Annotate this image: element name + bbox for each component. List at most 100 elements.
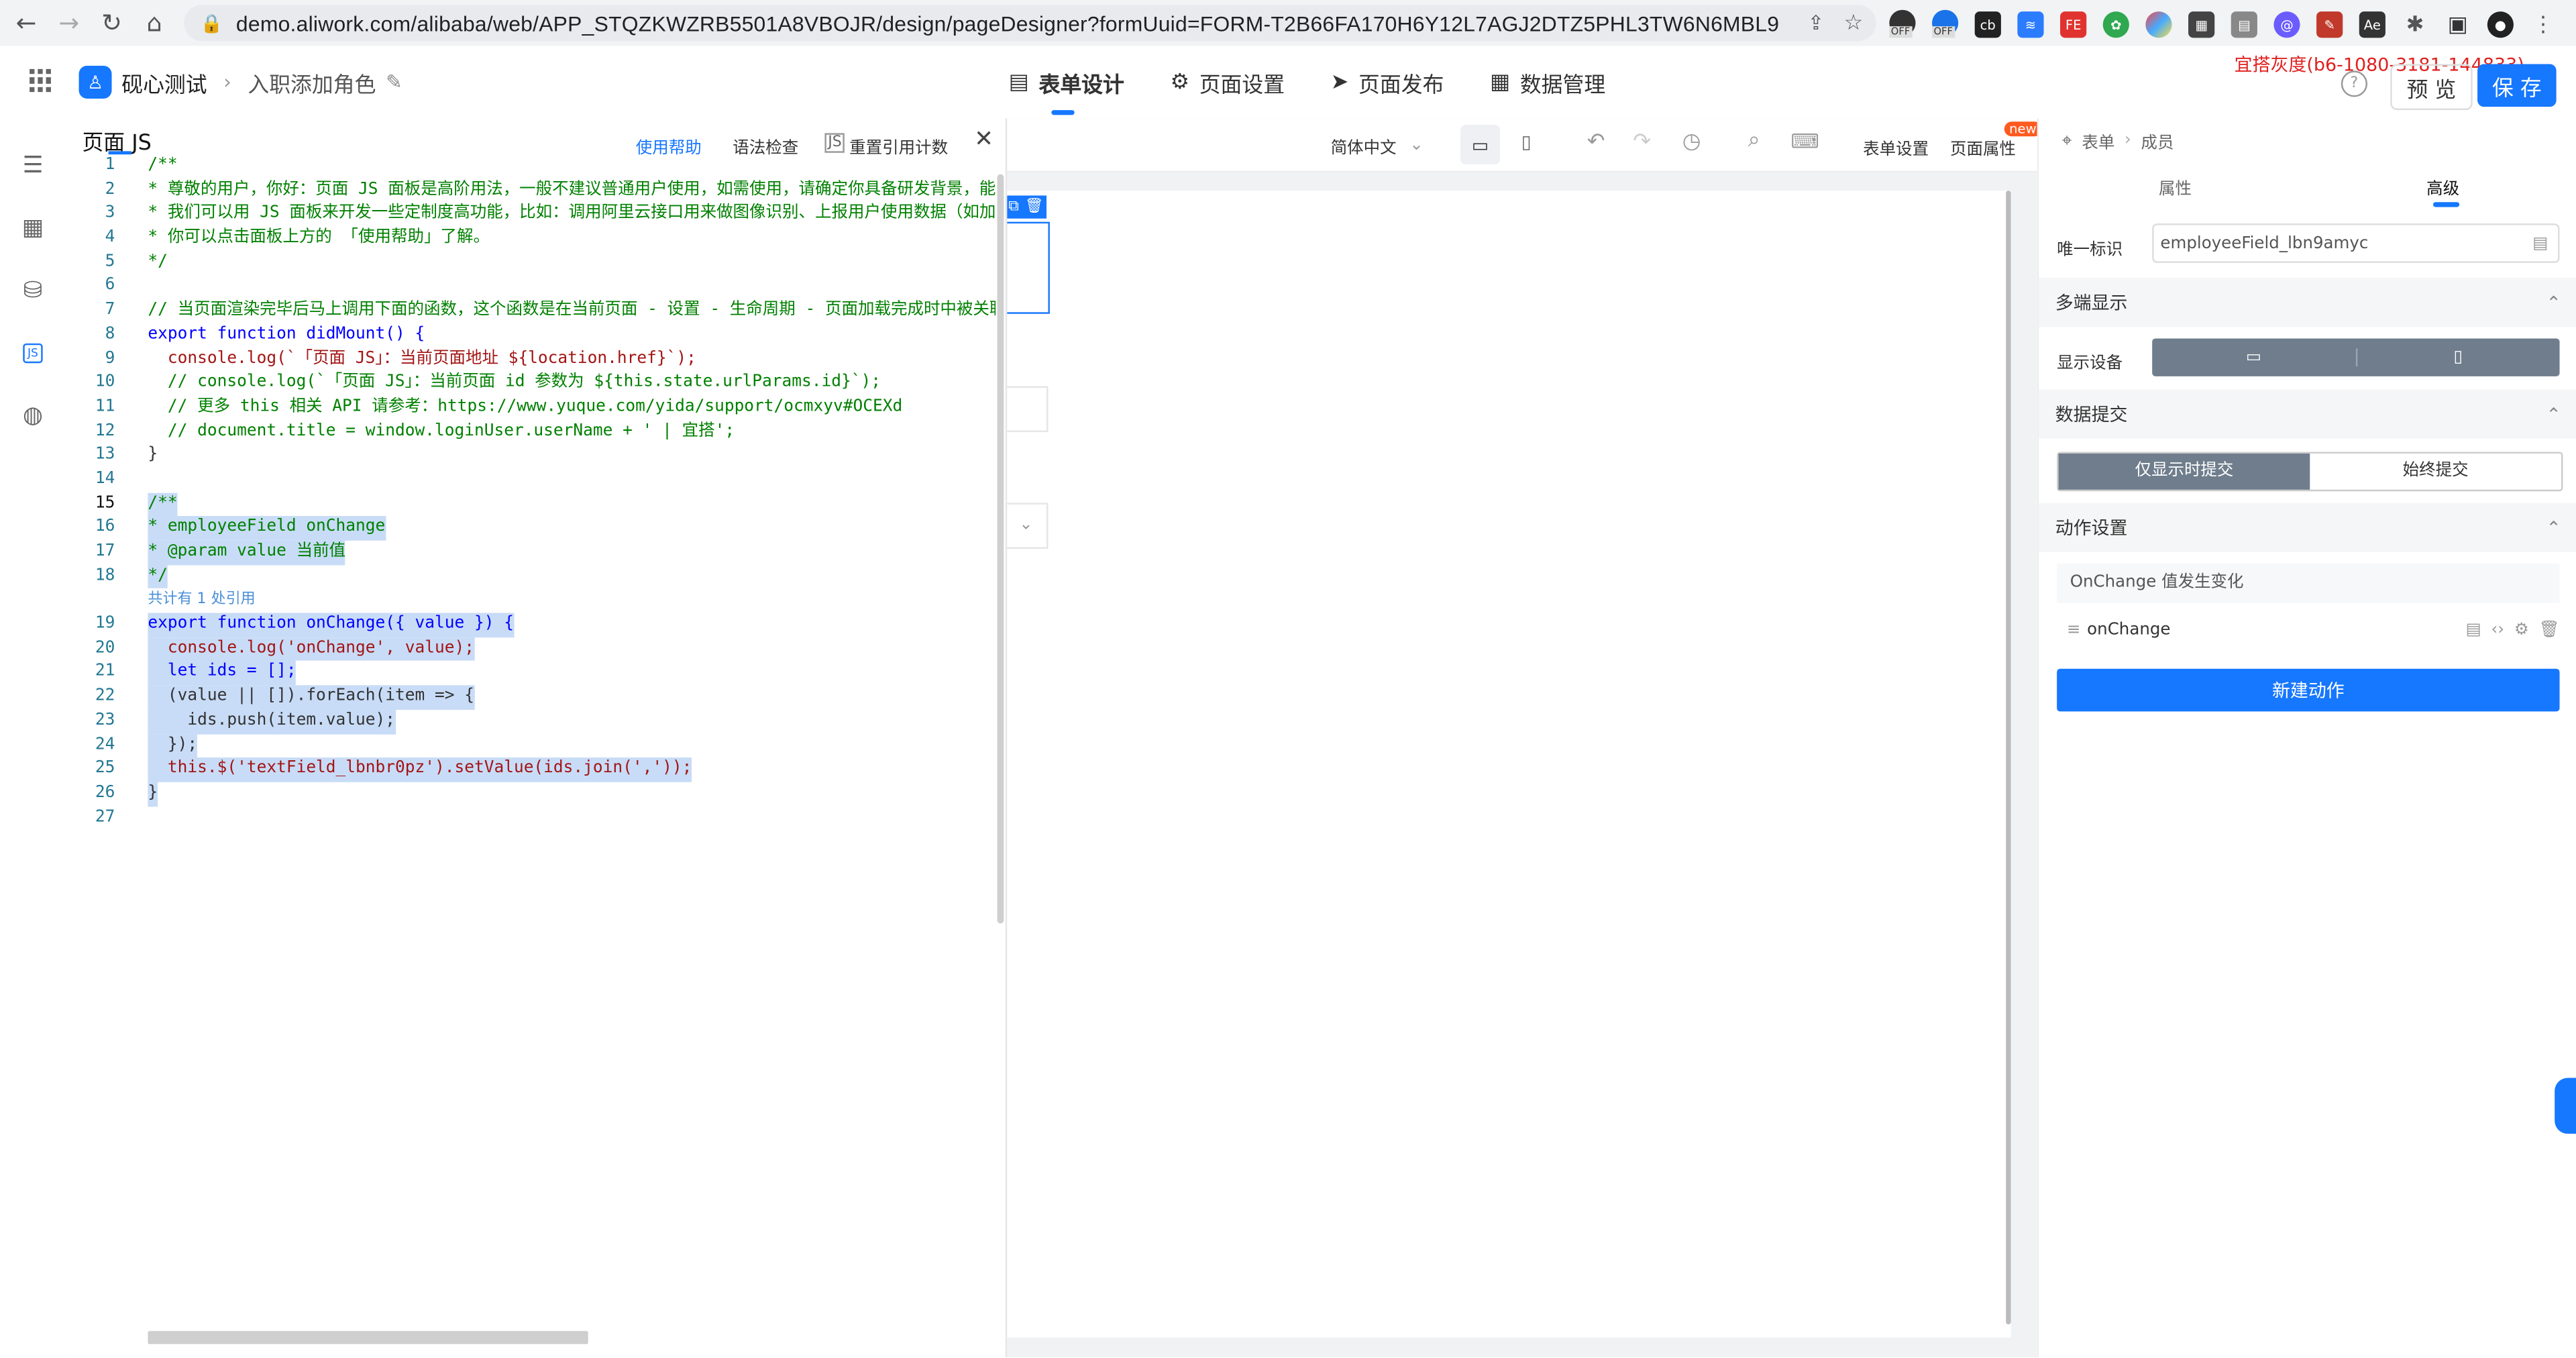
unique-id-input[interactable]: employeeField_lbn9amyc ▤ bbox=[2152, 223, 2560, 263]
code-line[interactable]: 20 console.log('onChange', value); bbox=[66, 637, 996, 662]
code-line[interactable]: 26} bbox=[66, 782, 996, 806]
code-line[interactable]: 2 * 尊敬的用户，你好：页面 JS 面板是高阶用法，一般不建议普通用户使用，如需… bbox=[66, 178, 996, 203]
history-icon[interactable]: ◷ bbox=[1682, 129, 1701, 154]
outline-tree-icon[interactable]: ☰ bbox=[0, 135, 66, 197]
address-bar[interactable]: 🔒 demo.aliwork.com/alibaba/web/APP_STQZK… bbox=[184, 5, 1876, 42]
extension-dark-icon[interactable]: Ae bbox=[2359, 11, 2385, 38]
share-icon[interactable]: ⇪ bbox=[1808, 11, 1825, 34]
preview-button[interactable]: 预 览 bbox=[2390, 64, 2473, 111]
tab-page-publish[interactable]: ➤ 页面发布 bbox=[1331, 46, 1444, 119]
search-icon[interactable]: ⌕ bbox=[1748, 128, 1760, 153]
code-line[interactable]: 16 * employeeField onChange bbox=[66, 516, 996, 541]
form-settings-link[interactable]: 表单设置 bbox=[1863, 135, 1929, 160]
field-action-bar[interactable]: ⧉ 🗑 bbox=[1005, 195, 1047, 219]
undo-icon[interactable]: ↶ bbox=[1587, 129, 1605, 154]
submit-when-shown-option[interactable]: 仅显示时提交 bbox=[2058, 453, 2310, 490]
code-line[interactable]: 5 */ bbox=[66, 251, 996, 275]
code-line[interactable]: 13} bbox=[66, 444, 996, 468]
copy-icon[interactable]: ▤ bbox=[2532, 234, 2548, 252]
selected-field-outline[interactable] bbox=[1005, 221, 1050, 314]
trash-icon[interactable]: 🗑 bbox=[2538, 620, 2559, 638]
extension-off-1-icon[interactable]: OFF bbox=[1889, 9, 1916, 40]
save-button[interactable]: 保 存 bbox=[2477, 64, 2557, 107]
display-device-toggle[interactable]: ▭ ▯ bbox=[2152, 338, 2560, 376]
code-editor[interactable]: 1 /** 2 * 尊敬的用户，你好：页面 JS 面板是高阶用法，一般不建议普通用户使… bbox=[66, 154, 996, 830]
extension-cb-icon[interactable]: cb bbox=[1974, 11, 2001, 38]
reload-icon[interactable]: ↻ bbox=[95, 7, 128, 40]
code-line[interactable]: 24 }); bbox=[66, 733, 996, 758]
code-line[interactable]: 21 let ids = []; bbox=[66, 661, 996, 686]
code-line[interactable]: 1 /** bbox=[66, 154, 996, 178]
canvas-input-stub[interactable] bbox=[1005, 386, 1049, 433]
code-line[interactable]: 10 // console.log(`「页面 JS」：当前页面 id 参数为 $… bbox=[66, 372, 996, 396]
globe-icon[interactable]: ◍ bbox=[0, 384, 66, 447]
code-line[interactable]: 17 * @param value 当前值 bbox=[66, 540, 996, 565]
mobile-view-icon[interactable]: ▯ bbox=[1521, 132, 1532, 153]
code-line[interactable]: 19 export function onChange({ value }) { bbox=[66, 613, 996, 637]
code-horizontal-scrollbar[interactable] bbox=[148, 1330, 588, 1345]
settings-icon[interactable]: ⚙ bbox=[2514, 620, 2529, 638]
extension-fe-icon[interactable]: FE bbox=[2060, 11, 2087, 38]
sidebar-icon[interactable]: ▣ bbox=[2445, 11, 2471, 38]
desktop-device-icon[interactable]: ▭ bbox=[2152, 348, 2357, 367]
code-icon[interactable]: ‹› bbox=[2491, 620, 2504, 638]
extension-color-icon[interactable] bbox=[2145, 11, 2172, 38]
extension-at-icon[interactable]: @ bbox=[2273, 11, 2300, 38]
bookmark-star-icon[interactable]: ☆ bbox=[1844, 11, 1864, 36]
extension-qr-icon[interactable]: ▦ bbox=[2188, 11, 2215, 38]
data-submit-section[interactable]: 数据提交 ⌃ bbox=[2039, 389, 2576, 439]
tab-page-settings[interactable]: ⚙ 页面设置 bbox=[1170, 46, 1285, 119]
page-props-link[interactable]: 页面属性 bbox=[1950, 135, 2016, 160]
redo-icon[interactable]: ↷ bbox=[1633, 129, 1651, 154]
code-line[interactable]: 4 * 你可以点击面板上方的 「使用帮助」了解。 bbox=[66, 227, 996, 251]
tab-data-management[interactable]: ▦ 数据管理 bbox=[1490, 46, 1605, 119]
tab-form-design[interactable]: ▤ 表单设计 bbox=[1009, 46, 1124, 119]
datasource-icon[interactable]: ⛁ bbox=[0, 260, 66, 322]
profile-avatar-icon[interactable]: ● bbox=[2487, 11, 2514, 38]
page-name[interactable]: 入职添加角色 bbox=[248, 66, 376, 98]
code-line[interactable]: 3 * 我们可以用 JS 面板来开发一些定制度高功能，比如：调用阿里云接口用来做图… bbox=[66, 203, 996, 227]
code-line[interactable]: 15 /** bbox=[66, 492, 996, 517]
extension-off-2-icon[interactable]: OFF bbox=[1932, 9, 1959, 40]
keyboard-icon[interactable]: ⌨ bbox=[1790, 129, 1819, 152]
desktop-view-icon[interactable]: ▭ bbox=[1460, 125, 1500, 164]
menu-dots-icon[interactable]: ⋮ bbox=[2530, 11, 2556, 38]
js-icon[interactable]: JS bbox=[0, 322, 66, 384]
mobile-device-icon[interactable]: ▯ bbox=[2357, 348, 2559, 366]
action-settings-section[interactable]: 动作设置 ⌃ bbox=[2039, 503, 2576, 552]
edit-icon[interactable]: ✎ bbox=[386, 70, 402, 93]
code-line[interactable]: 22 (value || []).forEach(item => { bbox=[66, 685, 996, 710]
drag-handle-icon[interactable]: ≡ bbox=[2067, 620, 2081, 638]
components-grid-icon[interactable]: ▦ bbox=[0, 197, 66, 260]
new-action-button[interactable]: 新建动作 bbox=[2057, 668, 2560, 712]
copy-icon[interactable]: ⧉ bbox=[1008, 199, 1019, 215]
submit-mode-toggle[interactable]: 仅显示时提交 始终提交 bbox=[2057, 452, 2563, 492]
close-icon[interactable]: ✕ bbox=[974, 127, 994, 153]
app-logo-icon[interactable]: ♙ bbox=[78, 65, 112, 99]
canvas-scrollbar[interactable] bbox=[2006, 191, 2011, 1324]
language-select[interactable]: 简体中文 bbox=[1331, 132, 1397, 157]
code-line[interactable]: 23 ids.push(item.value); bbox=[66, 709, 996, 734]
extension-grey-icon[interactable]: ▤ bbox=[2231, 11, 2257, 38]
app-grid-icon[interactable] bbox=[30, 68, 52, 93]
tab-properties[interactable]: 属性 bbox=[2159, 174, 2192, 199]
canvas-select-stub[interactable]: ⌄ bbox=[1005, 503, 1049, 549]
code-vertical-scrollbar[interactable] bbox=[997, 174, 1004, 924]
puzzle-icon[interactable]: ✱ bbox=[2402, 11, 2428, 38]
extension-green-icon[interactable]: ✿ bbox=[2102, 11, 2129, 38]
code-line[interactable]: 25 this.$('textField_lbnbr0pz').setValue… bbox=[66, 758, 996, 782]
app-name[interactable]: 砚心测试 bbox=[121, 66, 207, 98]
tab-advanced[interactable]: 高级 bbox=[2426, 174, 2459, 199]
code-line[interactable]: 9 console.log(`「页面 JS」：当前页面地址 ${location… bbox=[66, 348, 996, 372]
breadcrumb-form[interactable]: 表单 bbox=[2082, 128, 2114, 153]
code-line[interactable]: 12 // document.title = window.loginUser.… bbox=[66, 420, 996, 444]
extension-blue-icon[interactable]: ≋ bbox=[2017, 11, 2044, 38]
back-icon[interactable]: ← bbox=[10, 7, 43, 40]
extension-pen-icon[interactable]: ✎ bbox=[2316, 11, 2343, 38]
multi-display-section[interactable]: 多端显示 ⌃ bbox=[2039, 277, 2576, 327]
code-line[interactable]: 7 // 当页面渲染完毕后马上调用下面的函数，这个函数是在当前页面 - 设置 - … bbox=[66, 299, 996, 323]
delete-icon[interactable]: 🗑 bbox=[1025, 199, 1044, 215]
help-icon[interactable]: ? bbox=[2341, 70, 2368, 97]
code-line[interactable]: 27 bbox=[66, 806, 996, 830]
code-line[interactable]: 14 bbox=[66, 468, 996, 492]
